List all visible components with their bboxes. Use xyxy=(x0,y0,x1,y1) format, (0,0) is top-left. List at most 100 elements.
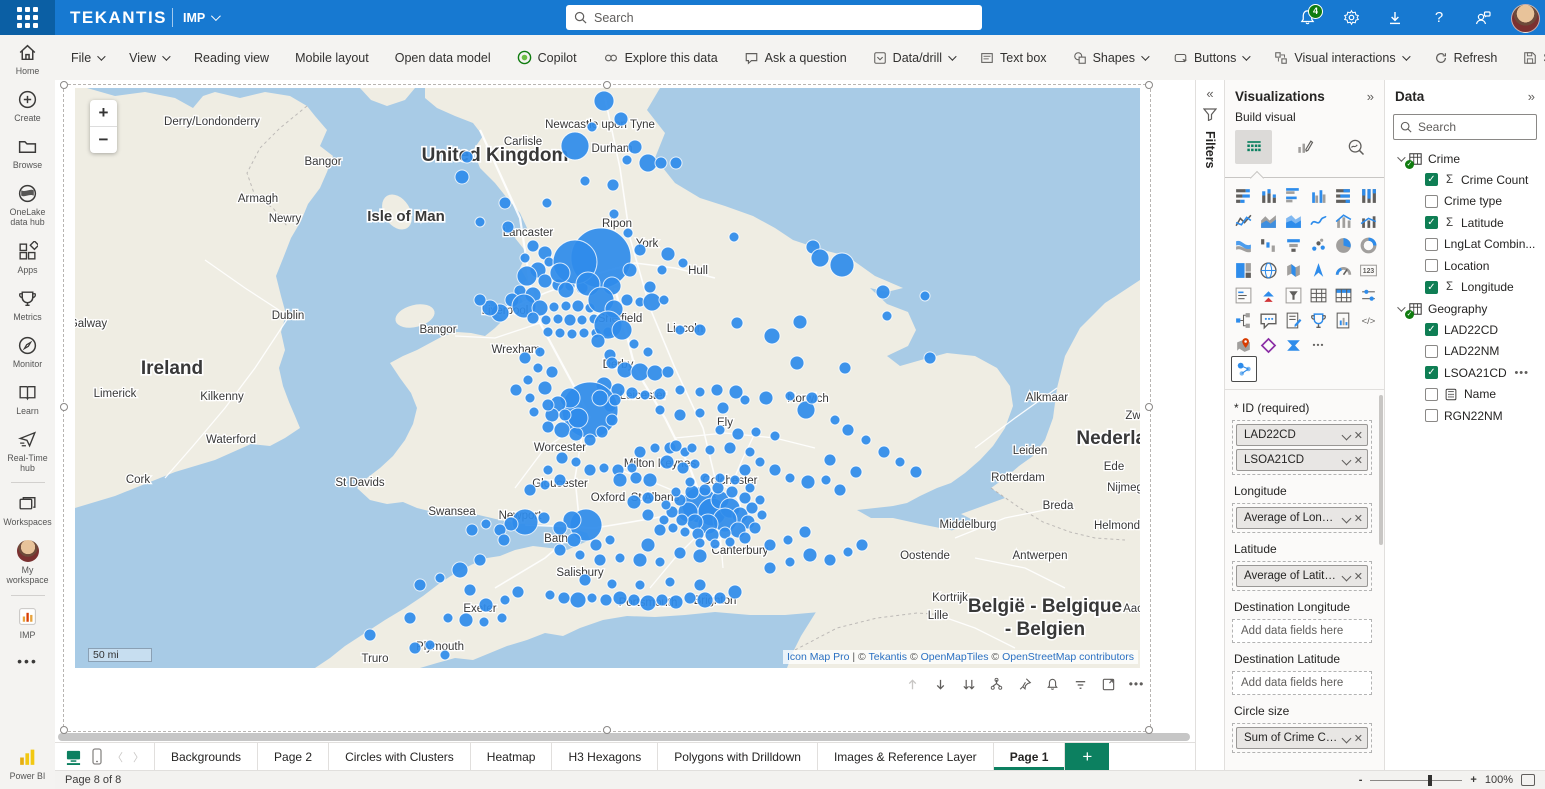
field-checkbox[interactable] xyxy=(1425,388,1438,401)
visual-type-combo[interactable] xyxy=(1331,208,1356,233)
zoom-out-button[interactable]: − xyxy=(90,127,117,153)
page-tab-polygons-with-drilldown[interactable]: Polygons with Drilldown xyxy=(658,743,818,770)
remove-field-icon[interactable]: ✕ xyxy=(1354,732,1363,745)
resize-handle[interactable] xyxy=(603,726,611,734)
resize-handle[interactable] xyxy=(60,81,68,89)
chevron-down-icon[interactable] xyxy=(1341,513,1351,523)
visual-type-smart-narrative[interactable] xyxy=(1281,308,1306,333)
field-pill-average-of-longitude[interactable]: Average of Longitude✕ xyxy=(1236,507,1368,529)
bell-icon[interactable]: 4 xyxy=(1298,9,1316,27)
field-checkbox[interactable] xyxy=(1425,345,1438,358)
arrow-down-icon[interactable] xyxy=(932,676,949,693)
visual-type-line-alt[interactable] xyxy=(1306,208,1331,233)
more-icon[interactable]: ••• xyxy=(1128,676,1145,693)
field-checkbox[interactable]: ✓ xyxy=(1425,173,1438,186)
visual-type-q-and-a[interactable] xyxy=(1256,308,1281,333)
visual-type-field-parameters[interactable] xyxy=(1356,283,1381,308)
gear-icon[interactable] xyxy=(1342,9,1360,27)
well-dropzone[interactable]: Sum of Crime Count✕ xyxy=(1232,723,1372,753)
zoom-out-dash[interactable]: - xyxy=(1359,774,1363,786)
focus-icon[interactable] xyxy=(1100,676,1117,693)
avatar[interactable] xyxy=(1511,4,1540,33)
search-input[interactable]: Search xyxy=(566,5,982,30)
visual-type-donut[interactable] xyxy=(1356,233,1381,258)
sidebar-item-create[interactable]: Create xyxy=(0,82,55,129)
visual-type-multirow-card[interactable] xyxy=(1231,283,1256,308)
menu-item-save[interactable]: Save xyxy=(1523,51,1545,65)
menu-item-copilot[interactable]: Copilot xyxy=(517,50,577,65)
page-tab-page-2[interactable]: Page 2 xyxy=(258,743,329,770)
menu-item-open-data-model[interactable]: Open data model xyxy=(395,51,491,65)
data-search-input[interactable]: Search xyxy=(1393,114,1537,140)
sidebar-item-monitor[interactable]: Monitor xyxy=(0,328,55,375)
field-checkbox[interactable]: ✓ xyxy=(1425,366,1438,379)
menu-item-view[interactable]: View xyxy=(129,51,168,65)
well-dropzone[interactable]: LAD22CD✕LSOA21CD✕ xyxy=(1232,420,1372,475)
visual-type-waterfall[interactable] xyxy=(1256,233,1281,258)
sidebar-item-power-bi[interactable]: Power BI xyxy=(0,740,55,787)
page-tab-h3-hexagons[interactable]: H3 Hexagons xyxy=(552,743,658,770)
resize-handle[interactable] xyxy=(60,726,68,734)
map-visual[interactable]: Derry/LondonderryBangorArmaghNewryGalway… xyxy=(75,88,1140,668)
new-page-button[interactable]: + xyxy=(1065,743,1109,770)
page-tab-images-reference-layer[interactable]: Images & Reference Layer xyxy=(818,743,994,770)
pin-icon[interactable] xyxy=(1016,676,1033,693)
mobile-view-icon[interactable] xyxy=(92,748,102,765)
zoom-in-plus[interactable]: + xyxy=(1470,774,1476,786)
feedback-icon[interactable] xyxy=(1474,9,1492,27)
next-page-icon[interactable]: 〉 xyxy=(133,749,144,765)
menu-item-ask-a-question[interactable]: Ask a question xyxy=(744,51,847,65)
prev-page-icon[interactable]: 〈 xyxy=(112,749,123,765)
menu-item-file[interactable]: File xyxy=(71,51,103,65)
sidebar-item-browse[interactable]: Browse xyxy=(0,129,55,176)
app-launcher-icon[interactable] xyxy=(0,0,55,35)
field-item-name[interactable]: Name xyxy=(1395,384,1539,406)
filter-lines-icon[interactable] xyxy=(1072,676,1089,693)
visual-type-power-apps[interactable] xyxy=(1256,333,1281,358)
empty-well-dropzone[interactable]: Add data fields here xyxy=(1232,671,1372,695)
menu-item-shapes[interactable]: Shapes xyxy=(1073,51,1147,65)
sidebar-item-metrics[interactable]: Metrics xyxy=(0,281,55,328)
menu-item-buttons[interactable]: Buttons xyxy=(1173,51,1248,65)
visual-type-treemap[interactable] xyxy=(1231,258,1256,283)
table-node-geography[interactable]: ✓ Geography xyxy=(1395,298,1539,319)
field-checkbox[interactable]: ✓ xyxy=(1425,216,1438,229)
menu-item-mobile-layout[interactable]: Mobile layout xyxy=(295,51,369,65)
workspace-switcher[interactable]: IMP xyxy=(183,0,218,35)
visual-type-line[interactable] xyxy=(1231,208,1256,233)
visual-type-clustered-bar[interactable] xyxy=(1281,183,1306,208)
arrow-up-icon[interactable] xyxy=(904,676,921,693)
sidebar-item-workspaces[interactable]: Workspaces xyxy=(0,486,55,533)
field-item-rgn22nm[interactable]: RGN22NM xyxy=(1395,405,1539,427)
download-icon[interactable] xyxy=(1386,9,1404,27)
visualizations-scrollbar[interactable] xyxy=(1379,395,1383,545)
well-dropzone[interactable]: Average of Longitude✕ xyxy=(1232,503,1372,533)
page-tab-heatmap[interactable]: Heatmap xyxy=(471,743,553,770)
chevron-down-icon[interactable] xyxy=(1397,153,1405,161)
visual-type-metrics[interactable] xyxy=(1306,308,1331,333)
collapse-visualizations-icon[interactable]: » xyxy=(1367,89,1374,104)
menu-item-explore-this-data[interactable]: Explore this data xyxy=(603,51,718,65)
field-pill-lsoa21cd[interactable]: LSOA21CD✕ xyxy=(1236,449,1368,471)
collapse-data-icon[interactable]: » xyxy=(1528,89,1535,104)
visual-type-filled-map[interactable] xyxy=(1281,258,1306,283)
visual-type-area[interactable] xyxy=(1256,208,1281,233)
menu-item-reading-view[interactable]: Reading view xyxy=(194,51,269,65)
table-node-crime[interactable]: ✓ Crime xyxy=(1395,148,1539,169)
double-arrow-down-icon[interactable] xyxy=(960,676,977,693)
sidebar-item-imp[interactable]: IMP xyxy=(0,599,55,646)
chevron-down-icon[interactable] xyxy=(1341,430,1351,440)
sidebar-item-onelake-data-hub[interactable]: OneLake data hub xyxy=(0,176,55,233)
visual-type-funnel[interactable] xyxy=(1281,233,1306,258)
field-pill-sum-of-crime-count[interactable]: Sum of Crime Count✕ xyxy=(1236,727,1368,749)
chevron-down-icon[interactable] xyxy=(1341,455,1351,465)
field-item-crime-type[interactable]: Crime type xyxy=(1395,191,1539,213)
sidebar-item-apps[interactable]: Apps xyxy=(0,234,55,281)
visual-type-card[interactable]: 123 xyxy=(1356,258,1381,283)
field-item-latitude[interactable]: ✓ΣLatitude xyxy=(1395,212,1539,234)
visual-type-power-automate[interactable] xyxy=(1281,333,1306,358)
field-item-location[interactable]: Location xyxy=(1395,255,1539,277)
build-visual-tab[interactable] xyxy=(1235,130,1272,164)
field-item-longitude[interactable]: ✓ΣLongitude xyxy=(1395,277,1539,299)
field-checkbox[interactable] xyxy=(1425,238,1438,251)
